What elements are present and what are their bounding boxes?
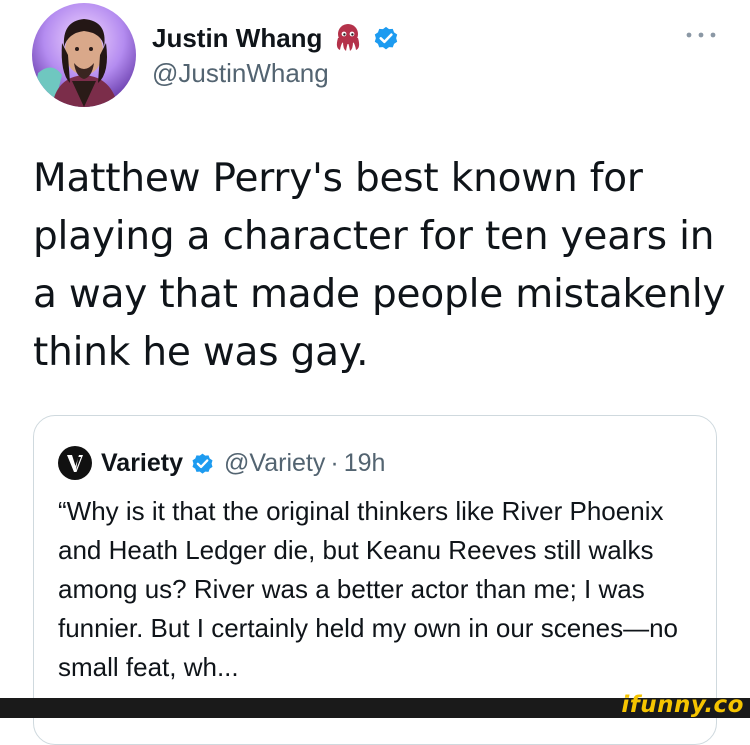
quoted-timestamp[interactable]: 19h	[344, 449, 386, 478]
tweet-text: Matthew Perry's best known for playing a…	[33, 156, 726, 375]
variety-logo-icon[interactable]	[58, 446, 92, 480]
verified-badge-icon	[372, 24, 400, 52]
quoted-tweet-text: “Why is it that the original thinkers li…	[58, 496, 678, 682]
quoted-author-name[interactable]: Variety	[101, 449, 183, 478]
author-name[interactable]: Justin Whang	[152, 23, 322, 54]
ifunny-watermark: ifunny.co	[621, 692, 744, 718]
octopus-icon	[332, 22, 364, 54]
watermark-bar: ifunny.co	[0, 692, 750, 718]
quoted-separator: ·	[330, 448, 339, 477]
quoted-tweet-header: Variety @Variety · 19h	[58, 446, 385, 480]
author-header: Justin Whang	[152, 22, 400, 54]
quoted-author-handle[interactable]: @Variety	[224, 449, 325, 478]
author-avatar[interactable]	[32, 3, 136, 107]
quoted-verified-badge-icon	[190, 451, 215, 476]
author-handle[interactable]: @JustinWhang	[152, 58, 329, 89]
more-options-icon[interactable]	[683, 25, 719, 45]
